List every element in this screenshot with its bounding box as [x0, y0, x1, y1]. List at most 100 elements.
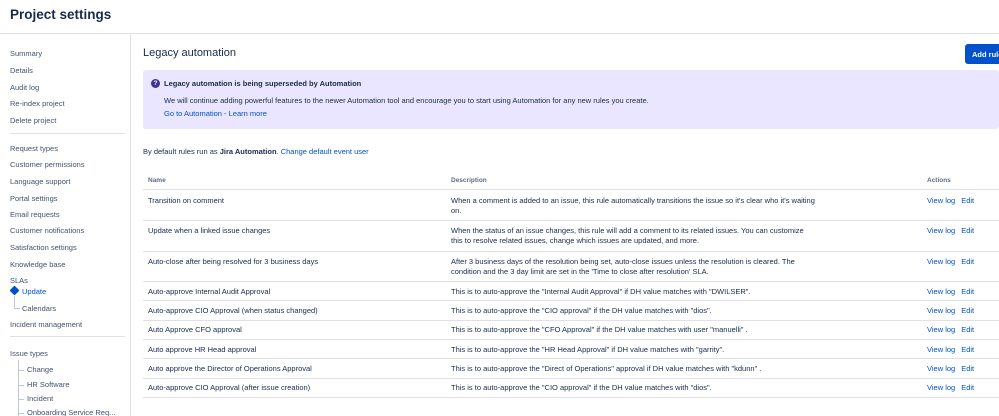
sidebar-item-summary[interactable]: Summary — [10, 49, 42, 58]
warning-icon — [9, 285, 20, 296]
sidebar-item-email-requests[interactable]: Email requests — [10, 210, 60, 219]
rule-name: Auto-approve CIO Approval (after issue c… — [148, 383, 311, 392]
edit-link[interactable]: Edit — [961, 345, 974, 354]
view-log-link[interactable]: View log — [927, 364, 955, 373]
rule-description: This is to auto-approve the "CIO approva… — [451, 306, 712, 315]
question-icon: ? — [151, 79, 160, 88]
tree-line — [18, 413, 24, 414]
column-header-actions: Actions — [927, 177, 951, 184]
view-log-link[interactable]: View log — [927, 257, 955, 266]
row-divider — [143, 251, 999, 252]
row-divider — [143, 320, 999, 321]
rule-description: This is to auto-approve the "Internal Au… — [451, 287, 751, 296]
change-default-user-link[interactable]: Change default event user — [281, 147, 369, 156]
rule-name: Auto approve the Director of Operations … — [148, 364, 312, 373]
view-log-link[interactable]: View log — [927, 345, 955, 354]
sidebar-item-issue-type-incident[interactable]: Incident — [27, 394, 53, 403]
row-actions: View log Edit — [927, 383, 974, 392]
sidebar-item-knowledge-base[interactable]: Knowledge base — [10, 260, 65, 269]
tree-line — [14, 308, 20, 309]
sidebar-item-issue-type-change[interactable]: Change — [27, 365, 53, 374]
sidebar-item-portal-settings[interactable]: Portal settings — [10, 194, 58, 203]
sidebar-item-customer-permissions[interactable]: Customer permissions — [10, 160, 85, 169]
edit-link[interactable]: Edit — [961, 364, 974, 373]
edit-link[interactable]: Edit — [961, 325, 974, 334]
sidebar-item-incident-management[interactable]: Incident management — [10, 320, 82, 329]
tree-line — [18, 385, 24, 386]
edit-link[interactable]: Edit — [961, 257, 974, 266]
view-log-link[interactable]: View log — [927, 287, 955, 296]
sidebar-item-audit-log[interactable]: Audit log — [10, 83, 39, 92]
sidebar-item-reindex-project[interactable]: Re-index project — [10, 99, 65, 108]
rule-name: Update when a linked issue changes — [148, 226, 271, 235]
row-actions: View log Edit — [927, 325, 974, 334]
page-title: Project settings — [10, 7, 112, 22]
sidebar-item-satisfaction-settings[interactable]: Satisfaction settings — [10, 243, 77, 252]
sidebar-item-issue-types[interactable]: Issue types — [10, 349, 48, 358]
rule-description: This is to auto-approve the "CIO approva… — [451, 383, 712, 392]
sidebar-item-details[interactable]: Details — [10, 66, 33, 75]
row-actions: View log Edit — [927, 257, 974, 266]
banner-heading: Legacy automation is being superseded by… — [164, 79, 362, 88]
go-to-automation-link[interactable]: Go to Automation — [164, 109, 222, 118]
sidebar-item-delete-project[interactable]: Delete project — [10, 116, 56, 125]
rule-description: After 3 business days of the resolution … — [451, 257, 795, 276]
edit-link[interactable]: Edit — [961, 196, 974, 205]
sidebar-item-customer-notifications[interactable]: Customer notifications — [10, 226, 84, 235]
tree-line — [18, 360, 19, 416]
rule-name: Auto-approve Internal Audit Approval — [148, 287, 271, 296]
row-divider — [143, 220, 999, 221]
column-header-name: Name — [148, 177, 166, 184]
row-actions: View log Edit — [927, 196, 974, 205]
section-title: Legacy automation — [143, 47, 236, 59]
rule-name: Auto Approve CFO approval — [148, 325, 242, 334]
edit-link[interactable]: Edit — [961, 226, 974, 235]
view-log-link[interactable]: View log — [927, 226, 955, 235]
rule-description: When a comment is added to an issue, thi… — [451, 196, 815, 215]
rule-description: This is to auto-approve the "CFO Approva… — [451, 325, 748, 334]
row-actions: View log Edit — [927, 306, 974, 315]
row-divider — [143, 339, 999, 340]
sidebar-item-language-support[interactable]: Language support — [10, 177, 70, 186]
sidebar-item-request-types[interactable]: Request types — [10, 144, 58, 153]
sidebar-item-issue-type-onboarding[interactable]: Onboarding Service Req... — [27, 408, 115, 416]
tree-line — [14, 296, 15, 308]
view-log-link[interactable]: View log — [927, 325, 955, 334]
column-header-description: Description — [451, 177, 487, 184]
row-divider — [143, 281, 999, 282]
row-divider — [143, 300, 999, 301]
row-divider — [143, 378, 999, 379]
edit-link[interactable]: Edit — [961, 287, 974, 296]
rule-description: When the status of an issue changes, thi… — [451, 226, 804, 245]
banner-links: Go to Automation - Learn more — [164, 109, 267, 118]
info-banner: ? Legacy automation is being superseded … — [143, 70, 999, 129]
rule-description: This is to auto-approve the "HR Head App… — [451, 345, 725, 354]
table-header-divider — [143, 189, 999, 190]
rule-name: Transition on comment — [148, 196, 225, 205]
banner-body: We will continue adding powerful feature… — [164, 96, 649, 105]
row-divider — [143, 397, 999, 398]
sidebar-item-slas[interactable]: SLAs — [10, 276, 28, 285]
default-user-name: Jira Automation — [219, 147, 277, 156]
tree-line — [18, 399, 24, 400]
top-bar: Project settings — [0, 0, 999, 34]
learn-more-link[interactable]: Learn more — [229, 109, 267, 118]
edit-link[interactable]: Edit — [961, 306, 974, 315]
rule-name: Auto approve HR Head approval — [148, 345, 257, 354]
sidebar-divider — [10, 336, 125, 337]
row-actions: View log Edit — [927, 226, 974, 235]
sidebar-item-issue-type-hr-software[interactable]: HR Software — [27, 380, 70, 389]
view-log-link[interactable]: View log — [927, 196, 955, 205]
edit-link[interactable]: Edit — [961, 383, 974, 392]
sidebar-item-sla-update[interactable]: Update — [22, 287, 46, 296]
add-rule-button[interactable]: Add rule — [965, 44, 999, 64]
view-log-link[interactable]: View log — [927, 383, 955, 392]
sidebar-item-calendars[interactable]: Calendars — [22, 304, 56, 313]
rule-name: Auto-approve CIO Approval (when status c… — [148, 306, 318, 315]
default-user-line: By default rules run as Jira Automation.… — [143, 147, 369, 156]
row-actions: View log Edit — [927, 287, 974, 296]
row-actions: View log Edit — [927, 364, 974, 373]
rule-name: Auto-close after being resolved for 3 bu… — [148, 257, 319, 266]
view-log-link[interactable]: View log — [927, 306, 955, 315]
row-actions: View log Edit — [927, 345, 974, 354]
